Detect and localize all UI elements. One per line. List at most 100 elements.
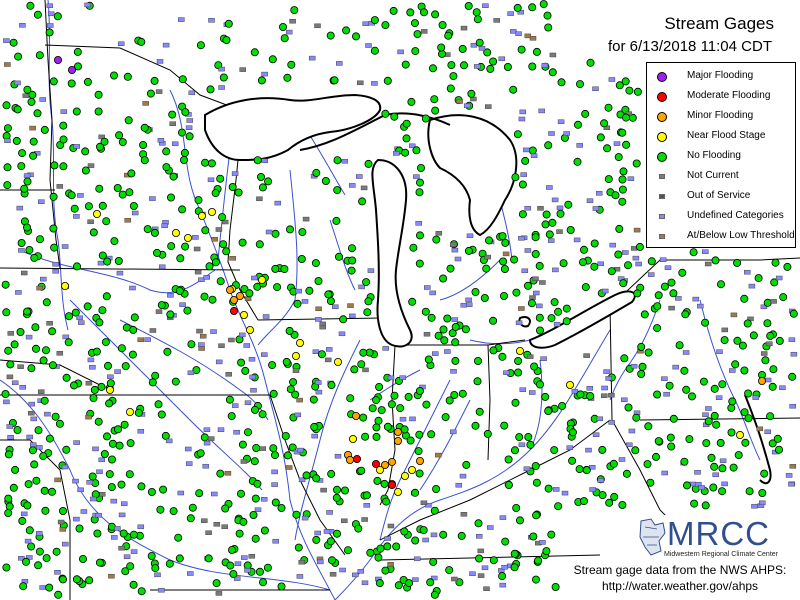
no-flooding-gage-marker[interactable] bbox=[95, 558, 104, 567]
no-flooding-gage-marker[interactable] bbox=[243, 428, 252, 437]
undefined-category-gage-marker[interactable] bbox=[97, 260, 105, 266]
undefined-category-gage-marker[interactable] bbox=[632, 255, 640, 261]
no-flooding-gage-marker[interactable] bbox=[580, 497, 589, 506]
no-flooding-gage-marker[interactable] bbox=[25, 245, 34, 254]
no-flooding-gage-marker[interactable] bbox=[312, 474, 321, 483]
no-flooding-gage-marker[interactable] bbox=[20, 184, 29, 193]
no-flooding-gage-marker[interactable] bbox=[618, 197, 627, 206]
no-flooding-gage-marker[interactable] bbox=[415, 188, 424, 197]
near-flood-stage-gage-marker[interactable] bbox=[257, 275, 266, 284]
no-flooding-gage-marker[interactable] bbox=[120, 420, 129, 429]
no-flooding-gage-marker[interactable] bbox=[380, 479, 389, 488]
undefined-category-gage-marker[interactable] bbox=[595, 191, 603, 196]
undefined-category-gage-marker[interactable] bbox=[608, 77, 616, 82]
no-flooding-gage-marker[interactable] bbox=[510, 563, 519, 572]
no-flooding-gage-marker[interactable] bbox=[406, 436, 415, 445]
no-flooding-gage-marker[interactable] bbox=[32, 476, 41, 485]
no-flooding-gage-marker[interactable] bbox=[359, 413, 368, 422]
no-flooding-gage-marker[interactable] bbox=[97, 382, 106, 391]
no-flooding-gage-marker[interactable] bbox=[314, 276, 323, 285]
no-flooding-gage-marker[interactable] bbox=[23, 501, 32, 510]
no-flooding-gage-marker[interactable] bbox=[169, 507, 178, 516]
no-flooding-gage-marker[interactable] bbox=[245, 289, 254, 298]
no-flooding-gage-marker[interactable] bbox=[100, 137, 109, 146]
near-flood-stage-gage-marker[interactable] bbox=[736, 430, 745, 439]
not-current-gage-marker[interactable] bbox=[319, 321, 326, 327]
no-flooding-gage-marker[interactable] bbox=[227, 546, 236, 555]
low-threshold-gage-marker[interactable] bbox=[29, 125, 36, 131]
no-flooding-gage-marker[interactable] bbox=[568, 428, 577, 437]
no-flooding-gage-marker[interactable] bbox=[444, 31, 453, 40]
no-flooding-gage-marker[interactable] bbox=[363, 308, 372, 317]
no-flooding-gage-marker[interactable] bbox=[688, 392, 697, 401]
no-flooding-gage-marker[interactable] bbox=[94, 90, 103, 99]
no-flooding-gage-marker[interactable] bbox=[405, 579, 414, 588]
no-flooding-gage-marker[interactable] bbox=[339, 315, 348, 324]
no-flooding-gage-marker[interactable] bbox=[347, 244, 356, 253]
not-current-gage-marker[interactable] bbox=[484, 254, 491, 260]
near-flood-stage-gage-marker[interactable] bbox=[566, 380, 575, 389]
not-current-gage-marker[interactable] bbox=[477, 548, 485, 554]
no-flooding-gage-marker[interactable] bbox=[268, 55, 277, 64]
no-flooding-gage-marker[interactable] bbox=[445, 396, 454, 405]
undefined-category-gage-marker[interactable] bbox=[499, 515, 507, 520]
undefined-category-gage-marker[interactable] bbox=[744, 269, 751, 275]
no-flooding-gage-marker[interactable] bbox=[542, 547, 551, 556]
no-flooding-gage-marker[interactable] bbox=[30, 460, 39, 469]
no-flooding-gage-marker[interactable] bbox=[65, 312, 74, 321]
no-flooding-gage-marker[interactable] bbox=[71, 308, 80, 317]
no-flooding-gage-marker[interactable] bbox=[106, 379, 115, 388]
low-threshold-gage-marker[interactable] bbox=[137, 337, 144, 342]
not-current-gage-marker[interactable] bbox=[56, 351, 64, 356]
no-flooding-gage-marker[interactable] bbox=[579, 258, 588, 267]
undefined-category-gage-marker[interactable] bbox=[659, 257, 667, 262]
no-flooding-gage-marker[interactable] bbox=[354, 524, 363, 533]
undefined-category-gage-marker[interactable] bbox=[315, 317, 322, 322]
no-flooding-gage-marker[interactable] bbox=[536, 326, 545, 335]
no-flooding-gage-marker[interactable] bbox=[387, 400, 396, 409]
no-flooding-gage-marker[interactable] bbox=[409, 243, 418, 252]
no-flooding-gage-marker[interactable] bbox=[541, 220, 550, 229]
no-flooding-gage-marker[interactable] bbox=[604, 175, 613, 184]
no-flooding-gage-marker[interactable] bbox=[544, 141, 553, 150]
no-flooding-gage-marker[interactable] bbox=[515, 433, 524, 442]
undefined-category-gage-marker[interactable] bbox=[144, 337, 151, 342]
no-flooding-gage-marker[interactable] bbox=[143, 225, 152, 234]
not-current-gage-marker[interactable] bbox=[213, 522, 221, 527]
undefined-category-gage-marker[interactable] bbox=[609, 242, 617, 248]
no-flooding-gage-marker[interactable] bbox=[53, 12, 62, 21]
low-threshold-gage-marker[interactable] bbox=[730, 312, 738, 318]
undefined-category-gage-marker[interactable] bbox=[73, 214, 80, 219]
undefined-category-gage-marker[interactable] bbox=[397, 49, 404, 55]
no-flooding-gage-marker[interactable] bbox=[788, 372, 797, 381]
no-flooding-gage-marker[interactable] bbox=[39, 356, 48, 365]
not-current-gage-marker[interactable] bbox=[601, 393, 608, 398]
no-flooding-gage-marker[interactable] bbox=[249, 510, 258, 519]
no-flooding-gage-marker[interactable] bbox=[137, 37, 146, 46]
not-current-gage-marker[interactable] bbox=[387, 523, 395, 529]
no-flooding-gage-marker[interactable] bbox=[62, 445, 71, 454]
undefined-category-gage-marker[interactable] bbox=[530, 153, 538, 158]
no-flooding-gage-marker[interactable] bbox=[151, 564, 160, 573]
no-flooding-gage-marker[interactable] bbox=[263, 563, 272, 572]
undefined-category-gage-marker[interactable] bbox=[586, 386, 594, 391]
not-current-gage-marker[interactable] bbox=[460, 512, 468, 517]
not-current-gage-marker[interactable] bbox=[215, 591, 223, 596]
no-flooding-gage-marker[interactable] bbox=[768, 382, 777, 391]
undefined-category-gage-marker[interactable] bbox=[156, 59, 164, 64]
undefined-category-gage-marker[interactable] bbox=[241, 555, 248, 560]
no-flooding-gage-marker[interactable] bbox=[251, 494, 260, 503]
undefined-category-gage-marker[interactable] bbox=[672, 364, 679, 370]
no-flooding-gage-marker[interactable] bbox=[50, 243, 59, 252]
no-flooding-gage-marker[interactable] bbox=[407, 97, 416, 106]
undefined-category-gage-marker[interactable] bbox=[312, 349, 320, 354]
no-flooding-gage-marker[interactable] bbox=[464, 246, 473, 255]
no-flooding-gage-marker[interactable] bbox=[330, 76, 339, 85]
no-flooding-gage-marker[interactable] bbox=[514, 368, 523, 377]
no-flooding-gage-marker[interactable] bbox=[541, 392, 550, 401]
near-flood-stage-gage-marker[interactable] bbox=[245, 325, 254, 334]
undefined-category-gage-marker[interactable] bbox=[563, 131, 570, 136]
not-current-gage-marker[interactable] bbox=[7, 331, 15, 336]
low-threshold-gage-marker[interactable] bbox=[54, 477, 61, 483]
no-flooding-gage-marker[interactable] bbox=[462, 460, 471, 469]
